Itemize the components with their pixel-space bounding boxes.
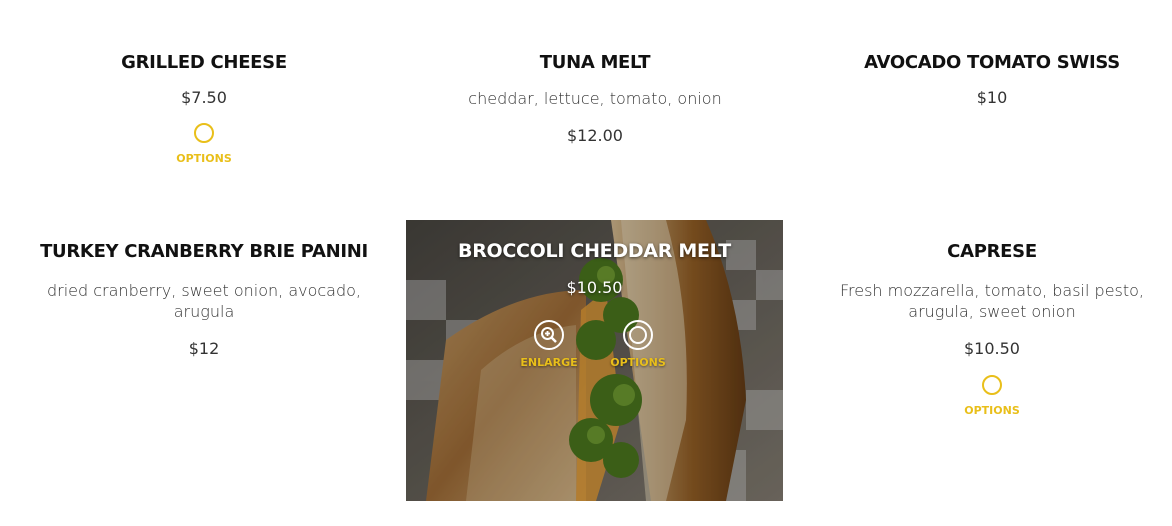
item-title: GRILLED CHEESE xyxy=(121,52,287,73)
description-line: arugula xyxy=(173,302,235,321)
options-label: OPTIONS xyxy=(964,404,1020,417)
item-price: $10.50 xyxy=(964,339,1020,358)
item-price: $7.50 xyxy=(181,88,227,107)
menu-item-avocado-tomato-swiss: AVOCADO TOMATO SWISS $10 xyxy=(842,51,1142,108)
menu-item-broccoli-cheddar-melt[interactable]: BROCCOLI CHEDDAR MELT $10.50 ENLARGE OPT… xyxy=(406,220,783,501)
options-label: OPTIONS xyxy=(176,152,232,165)
item-price: $12.00 xyxy=(567,126,623,145)
options-label: OPTIONS xyxy=(610,356,666,369)
options-button[interactable]: OPTIONS xyxy=(964,375,1020,417)
item-description: Fresh mozzarella, tomato, basil pesto, a… xyxy=(822,280,1162,322)
item-title: CAPRESE xyxy=(947,241,1037,262)
menu-item-turkey-cranberry-brie-panini: TURKEY CRANBERRY BRIE PANINI dried cranb… xyxy=(20,240,388,359)
item-price: $10.50 xyxy=(566,278,623,297)
description-line: Fresh mozzarella, tomato, basil pesto, xyxy=(839,281,1145,300)
description-line: dried cranberry, sweet onion, avocado, xyxy=(46,281,362,300)
item-title: TURKEY CRANBERRY BRIE PANINI xyxy=(40,241,368,262)
item-title: BROCCOLI CHEDDAR MELT xyxy=(458,240,731,262)
item-price: $12 xyxy=(188,339,220,358)
item-title: AVOCADO TOMATO SWISS xyxy=(864,52,1120,73)
zoom-in-icon xyxy=(534,320,564,350)
menu-item-grilled-cheese: GRILLED CHEESE $7.50 OPTIONS xyxy=(54,51,354,166)
item-description: dried cranberry, sweet onion, avocado, a… xyxy=(20,280,388,322)
enlarge-label: ENLARGE xyxy=(520,356,578,369)
description-line: arugula, sweet onion xyxy=(908,302,1076,321)
card-content: BROCCOLI CHEDDAR MELT $10.50 ENLARGE OPT… xyxy=(406,220,783,369)
options-ring-icon xyxy=(194,123,214,143)
options-button[interactable]: OPTIONS xyxy=(176,123,232,165)
options-button[interactable]: OPTIONS xyxy=(608,320,668,369)
enlarge-button[interactable]: ENLARGE xyxy=(519,320,579,369)
menu-item-tuna-melt: TUNA MELT cheddar, lettuce, tomato, onio… xyxy=(395,51,795,146)
options-ring-icon xyxy=(982,375,1002,395)
options-ring-icon xyxy=(623,320,653,350)
item-price: $10 xyxy=(976,88,1008,107)
menu-item-caprese: CAPRESE Fresh mozzarella, tomato, basil … xyxy=(822,240,1162,418)
item-title: TUNA MELT xyxy=(539,52,651,73)
item-description: cheddar, lettuce, tomato, onion xyxy=(468,89,722,108)
